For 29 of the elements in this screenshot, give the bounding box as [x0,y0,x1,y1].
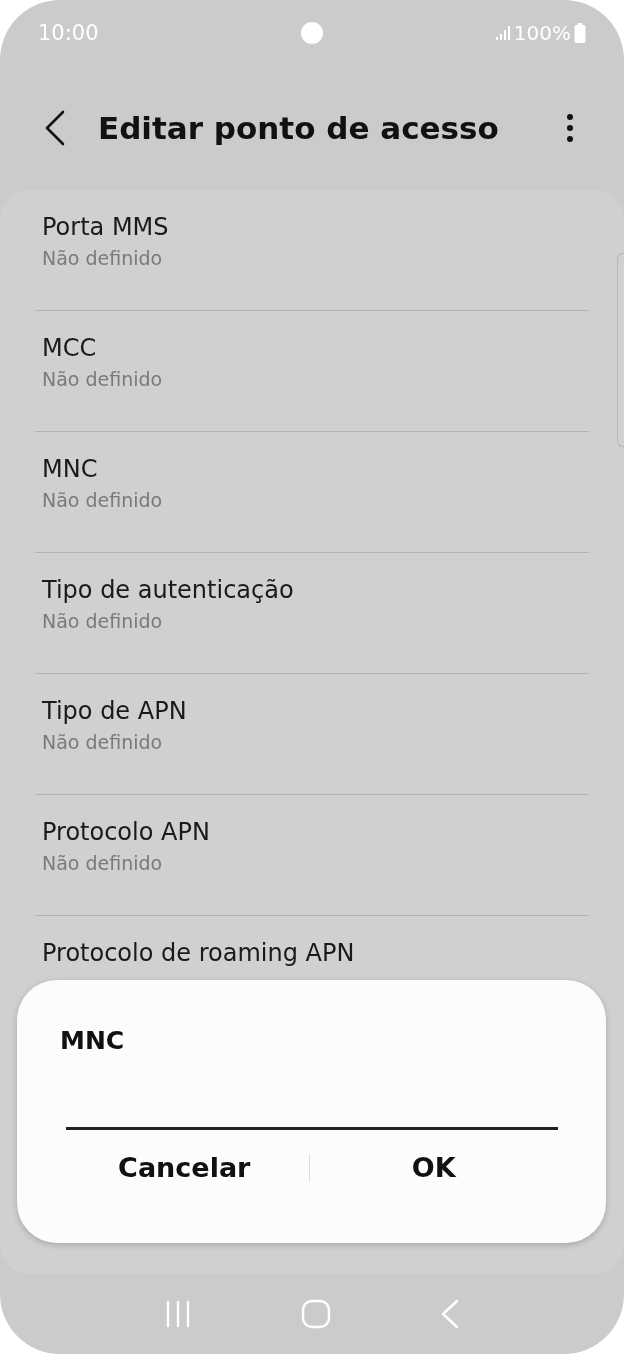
dialog-button[interactable]: OK [309,1140,558,1195]
settings-item[interactable]: Protocolo de roaming APN [35,916,589,968]
camera-dot [301,22,323,44]
signal-icon [494,25,511,41]
more-options-icon[interactable] [566,113,574,143]
item-title: Protocolo de roaming APN [42,938,355,968]
item-value: Não definido [42,246,163,270]
settings-item[interactable]: MCC Não definido [35,311,589,432]
settings-item[interactable]: Protocolo APN Não definido [35,795,589,916]
item-value: Não definido [42,488,163,512]
settings-item[interactable]: Porta MMS Não definido [35,190,589,311]
dialog-title: MNC [60,1026,126,1055]
item-title: Protocolo APN [42,817,210,847]
back-icon[interactable] [44,110,66,146]
dialog-button[interactable]: Cancelar [60,1140,309,1195]
item-title: Tipo de autenticação [42,575,294,605]
item-title: Tipo de APN [42,696,187,726]
settings-item[interactable]: Tipo de APN Não definido [35,674,589,795]
settings-item[interactable]: Tipo de autenticação Não definido [35,553,589,674]
battery-icon [574,23,586,43]
item-title: MCC [42,333,97,363]
item-value: Não definido [42,730,163,754]
item-title: MNC [42,454,98,484]
page-title: Editar ponto de acesso [98,110,500,146]
item-value: Não definido [42,609,163,633]
item-title: Porta MMS [42,212,169,242]
item-value: Não definido [42,851,163,875]
item-value: Não definido [42,367,163,391]
settings-item[interactable]: MNC Não definido [35,432,589,553]
